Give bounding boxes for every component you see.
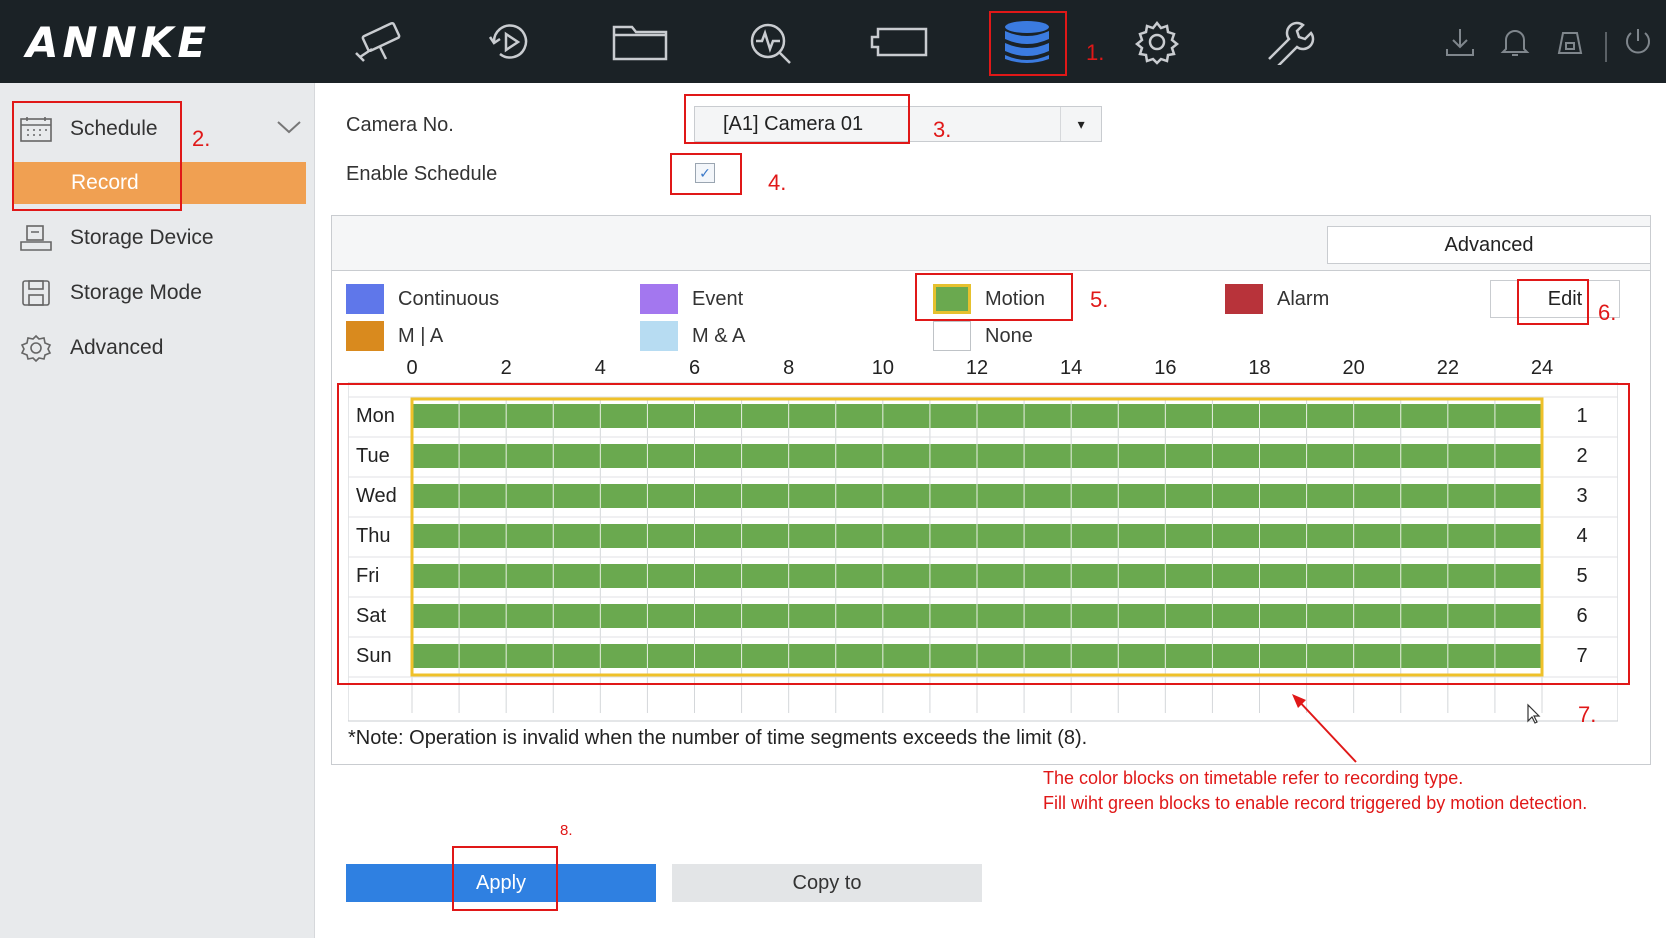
playback-icon[interactable]	[475, 16, 545, 68]
legend-label: Event	[692, 288, 744, 310]
annotation-label-6: 6.	[1598, 300, 1617, 325]
hour-label: 18	[1248, 357, 1271, 379]
hour-label: 0	[406, 357, 418, 379]
hour-label: 20	[1342, 357, 1365, 379]
live-view-camera-icon[interactable]	[345, 16, 415, 68]
sidebar	[0, 83, 315, 938]
maintenance-wrench-icon[interactable]	[1252, 16, 1322, 68]
gear-icon	[18, 333, 54, 363]
camera-no-label: Camera No.	[346, 114, 454, 136]
hour-label: 2	[500, 357, 512, 379]
legend-label: Continuous	[398, 288, 500, 310]
advanced-button[interactable]: Advanced	[1327, 226, 1651, 264]
annotation-box-4	[670, 153, 742, 195]
annotation-box-7	[337, 383, 1630, 685]
hour-label: 24	[1530, 357, 1554, 379]
hour-label: 6	[688, 357, 701, 379]
legend-swatch-continuous[interactable]	[346, 284, 384, 314]
bell-icon[interactable]	[1495, 16, 1535, 68]
sidebar-item-storage-device[interactable]: Storage Device	[18, 216, 298, 260]
hour-label: 10	[871, 357, 894, 379]
annotation-label-3: 3.	[933, 117, 952, 142]
legend-label: Alarm	[1277, 288, 1330, 310]
annotation-box-3	[684, 94, 910, 144]
enable-schedule-label: Enable Schedule	[346, 163, 498, 185]
download-icon[interactable]	[1440, 16, 1480, 68]
annotation-label-4: 4.	[768, 170, 787, 195]
sidebar-item-advanced[interactable]: Advanced	[18, 326, 298, 370]
power-icon[interactable]	[1618, 16, 1658, 68]
legend-label: M | A	[398, 325, 444, 347]
hour-label: 4	[594, 357, 606, 379]
legend-swatch-m-a[interactable]	[346, 321, 384, 351]
storage-device-icon	[18, 223, 54, 253]
annotation-box-2	[12, 101, 182, 211]
annotation-box-6	[1517, 279, 1589, 325]
callout-line-1: The color blocks on timetable refer to r…	[1043, 768, 1464, 788]
annotation-callout: The color blocks on timetable refer to r…	[1043, 766, 1587, 816]
hour-label: 22	[1436, 357, 1459, 379]
sidebar-item-storage-mode[interactable]: Storage Mode	[18, 271, 298, 315]
hour-label: 12	[965, 357, 989, 379]
hour-label: 8	[783, 357, 795, 379]
caret-down-icon[interactable]: ▾	[1060, 107, 1101, 141]
storage-mode-icon	[18, 278, 54, 308]
annotation-box-5	[915, 273, 1073, 321]
chevron-down-icon[interactable]	[276, 118, 302, 138]
legend-swatch-event[interactable]	[640, 284, 678, 314]
segment-limit-note: *Note: Operation is invalid when the num…	[348, 727, 1088, 749]
legend-swatch-none[interactable]	[933, 321, 971, 351]
lock-icon[interactable]	[1550, 16, 1590, 68]
hour-label: 16	[1154, 357, 1177, 379]
file-folder-icon[interactable]	[605, 16, 675, 68]
mouse-cursor-icon	[1527, 703, 1541, 724]
annotation-arrow	[1292, 694, 1357, 763]
sidebar-item-label: Storage Mode	[70, 281, 202, 304]
callout-line-2: Fill wiht green blocks to enable record …	[1043, 793, 1588, 813]
annotation-label-5: 5.	[1090, 287, 1109, 312]
hour-label: 14	[1060, 357, 1083, 379]
copy-to-button[interactable]: Copy to	[672, 864, 982, 902]
legend-swatch-m-a[interactable]	[640, 321, 678, 351]
camera-management-icon[interactable]	[865, 16, 935, 68]
annotation-box-1	[989, 11, 1067, 76]
annotation-label-7: 7.	[1578, 702, 1597, 727]
annotation-label-1: 1.	[1086, 40, 1105, 65]
toolbar-divider	[1605, 32, 1607, 62]
annke-logo: ANNKE	[26, 18, 211, 67]
annotation-label-8: 8.	[560, 822, 573, 839]
sidebar-item-label: Storage Device	[70, 226, 214, 249]
top-navigation-bar	[0, 0, 1666, 83]
legend-swatch-alarm[interactable]	[1225, 284, 1263, 314]
legend-label: None	[985, 325, 1033, 347]
annotation-label-2: 2.	[192, 126, 211, 151]
legend-label: M & A	[692, 325, 746, 347]
annotation-box-8	[452, 846, 558, 911]
smart-analysis-icon[interactable]	[735, 16, 805, 68]
configuration-gear-icon[interactable]	[1122, 16, 1192, 68]
sidebar-item-label: Advanced	[70, 336, 164, 359]
